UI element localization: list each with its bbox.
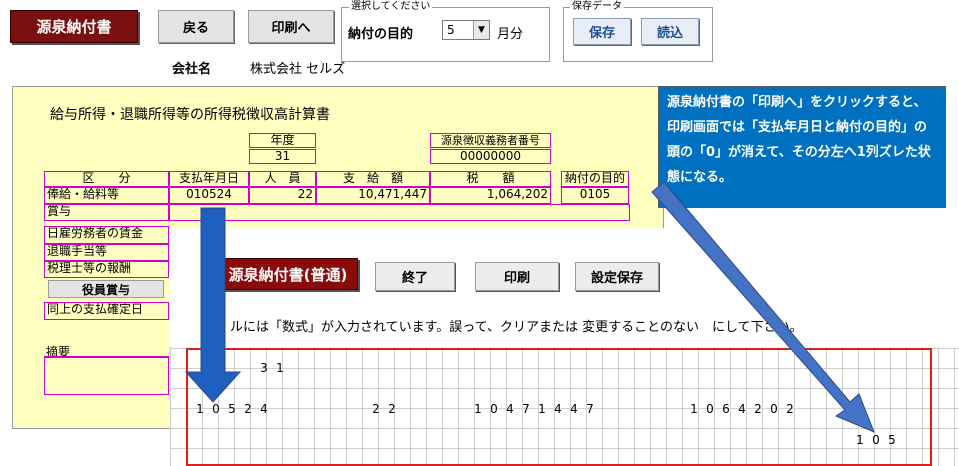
annotation-arrows <box>184 181 875 433</box>
down-arrow-icon <box>184 207 242 403</box>
diagonal-arrow-icon <box>651 181 875 433</box>
